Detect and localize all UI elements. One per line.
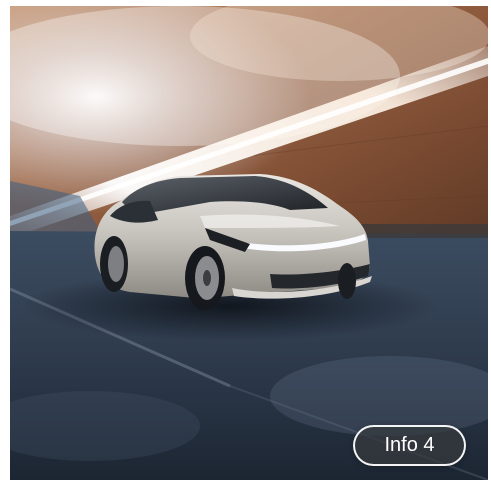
image-frame: Info 4 — [10, 6, 488, 480]
car-in-tunnel-illustration — [10, 6, 488, 480]
info-button[interactable]: Info 4 — [353, 425, 466, 466]
car-photo — [10, 6, 488, 480]
